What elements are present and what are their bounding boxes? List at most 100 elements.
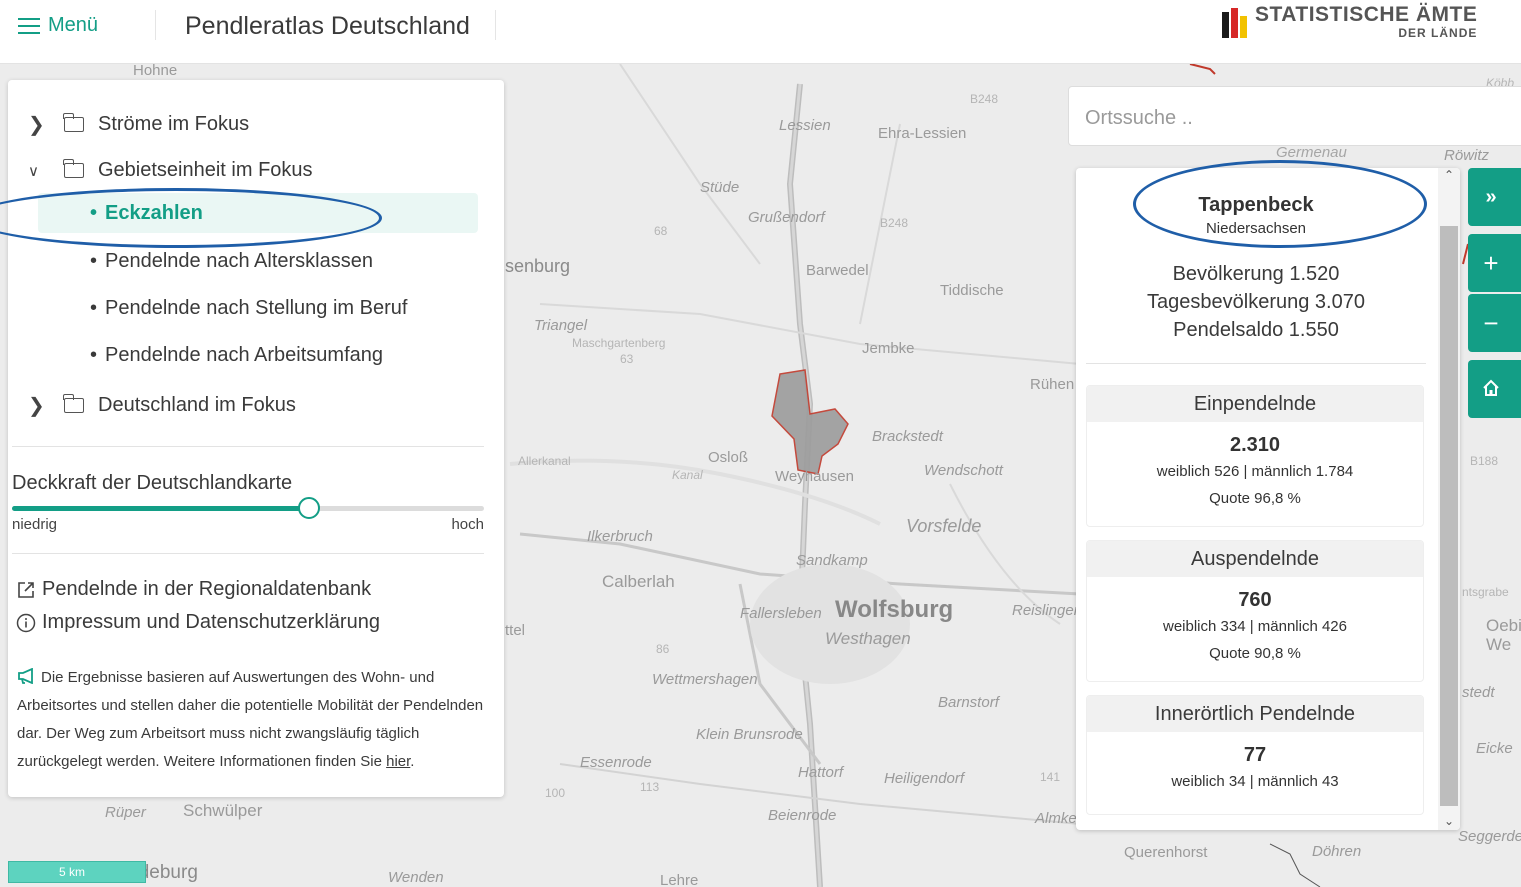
card-gender-split: weiblich 334 | männlich 426 — [1162, 618, 1347, 635]
map-label: Schwülper — [183, 801, 263, 820]
opacity-min-label: niedrig — [12, 516, 58, 533]
header-divider — [155, 10, 156, 40]
sub-item-altersklassen[interactable]: • Pendelnde nach Altersklassen — [90, 250, 373, 273]
folder-icon — [63, 159, 84, 178]
card-value: 2.310 — [1229, 434, 1281, 456]
map-label: Grußendorf — [748, 209, 825, 226]
map-label: Ilkerbruch — [587, 528, 653, 545]
map-label: Querenhorst — [1124, 844, 1208, 861]
place-info-panel: Tappenbeck Niedersachsen Bevölkerung 1.5… — [1076, 168, 1460, 830]
map-label: Triangel — [534, 317, 588, 334]
map-label: Brackstedt — [872, 428, 943, 445]
app-header: Menü Pendleratlas Deutschland STATISTISC… — [0, 0, 1521, 64]
map-label: Heiligendorf — [884, 770, 965, 787]
tree-item-label: Ströme im Fokus — [98, 113, 250, 135]
stat-pendelsaldo: Pendelsaldo 1.550 — [1173, 319, 1339, 341]
map-label: Reislingen — [1012, 602, 1083, 619]
opacity-slider-thumb[interactable] — [298, 497, 321, 519]
zoom-in-button[interactable]: + — [1468, 234, 1521, 292]
tree-item-gebietseinheit[interactable]: ∨ Gebietseinheit im Fokus — [8, 159, 313, 182]
map-label: 113 — [640, 780, 660, 794]
card-title: Innerörtlich Pendelnde — [1087, 696, 1423, 732]
map-label: Tiddische — [940, 282, 1004, 299]
home-view-button[interactable] — [1468, 360, 1521, 418]
statistische-aemter-logo[interactable]: STATISTISCHE ÄMTE DER LÄNDE — [1222, 4, 1477, 40]
map-label: Weyhausen — [775, 468, 854, 485]
place-search-input[interactable] — [1085, 107, 1485, 130]
scroll-up-icon[interactable]: ⌃ — [1438, 168, 1460, 182]
external-link-icon — [16, 580, 36, 600]
collapse-panel-button[interactable]: » — [1468, 168, 1521, 226]
card-gender-split: weiblich 34 | männlich 43 — [1171, 773, 1339, 790]
map-label: Lehre — [660, 872, 699, 887]
divider — [12, 553, 484, 554]
chevron-down-icon: ∨ — [28, 162, 39, 180]
home-icon — [1481, 374, 1501, 405]
map-label: Hattorf — [798, 764, 844, 781]
map-label: stedt — [1462, 684, 1495, 701]
map-label: Oebisfelde-We — [1486, 616, 1521, 654]
zoom-out-button[interactable]: − — [1468, 294, 1521, 352]
chevron-right-icon: ❯ — [28, 114, 45, 136]
logo-text-line1: STATISTISCHE ÄMTE — [1255, 3, 1478, 26]
map-label: Fallersleben — [740, 605, 822, 622]
map-label: Almke — [1035, 810, 1077, 827]
map-label: Vorsfelde — [906, 516, 982, 536]
opacity-max-label: hoch — [451, 516, 484, 533]
card-einpendelnde: Einpendelnde 2.310 weiblich 526 | männli… — [1086, 385, 1424, 527]
card-title: Auspendelnde — [1087, 541, 1423, 577]
link-impressum[interactable]: Impressum und Datenschutzerklärung — [16, 611, 380, 634]
double-chevron-right-icon: » — [1485, 185, 1497, 208]
map-label: Rüper — [105, 804, 146, 821]
map-label: B248 — [970, 92, 999, 106]
folder-icon — [63, 394, 84, 413]
sub-item-arbeitsumfang[interactable]: • Pendelnde nach Arbeitsumfang — [90, 344, 383, 367]
map-label: Osloß — [708, 449, 749, 466]
sub-item-label: Eckzahlen — [105, 202, 203, 224]
card-quote: Quote 90,8 % — [1209, 645, 1301, 662]
map-label: B248 — [880, 216, 909, 230]
opacity-slider[interactable] — [12, 497, 484, 519]
scale-label: 5 km — [59, 865, 86, 879]
map-label: Klein Brunsrode — [696, 726, 803, 743]
minus-icon: − — [1483, 307, 1499, 338]
map-label: 68 — [654, 224, 668, 238]
map-label: Röwitz — [1444, 147, 1490, 164]
map-label: ntsgrabe — [1462, 585, 1509, 599]
map-label: 100 — [545, 786, 566, 800]
panel-scrollbar[interactable]: ⌃ ⌄ — [1438, 168, 1460, 830]
info-more-link[interactable]: hier — [386, 753, 410, 770]
map-label: ttel — [505, 622, 526, 639]
tree-item-deutschland[interactable]: ❯ Deutschland im Fokus — [8, 393, 296, 418]
map-label: Seggerde — [1458, 828, 1521, 845]
map-label: 86 — [656, 642, 670, 656]
sub-item-eckzahlen[interactable]: • Eckzahlen — [90, 202, 203, 225]
info-circle-icon — [16, 613, 36, 633]
map-label: Kanal — [672, 468, 703, 482]
scroll-down-icon[interactable]: ⌄ — [1438, 814, 1460, 828]
logo-text-line2: DER LÄNDE — [1398, 26, 1478, 40]
stat-bevoelkerung: Bevölkerung 1.520 — [1172, 263, 1340, 285]
map-label: Wolfsburg — [835, 596, 954, 623]
menu-button[interactable]: Menü — [18, 14, 98, 37]
scrollbar-thumb[interactable] — [1440, 226, 1458, 806]
map-label: Maschgartenberg — [572, 336, 666, 350]
menu-label: Menü — [48, 14, 99, 36]
info-note-end: . — [410, 753, 415, 770]
place-search-box — [1068, 86, 1521, 146]
hamburger-icon — [18, 17, 40, 34]
sub-item-label: Pendelnde nach Arbeitsumfang — [105, 344, 383, 366]
sub-item-stellung-im-beruf[interactable]: • Pendelnde nach Stellung im Beruf — [90, 297, 407, 320]
chevron-right-icon: ❯ — [28, 395, 45, 417]
link-label: Pendelnde in der Regionaldatenbank — [42, 578, 372, 600]
app-title: Pendleratlas Deutschland — [185, 12, 470, 40]
map-label: Wettmershagen — [652, 671, 758, 688]
map-label: Barwedel — [806, 262, 869, 279]
map-label: Wendschott — [924, 462, 1003, 479]
map-label: Rühen — [1030, 376, 1075, 393]
map-label: Ehra-Lessien — [878, 125, 967, 142]
tree-item-stroeme[interactable]: ❯ Ströme im Fokus — [8, 112, 249, 137]
link-regionaldatenbank[interactable]: Pendelnde in der Regionaldatenbank — [16, 578, 371, 601]
map-label: 141 — [1040, 770, 1061, 784]
map-label: Eicke — [1476, 740, 1513, 757]
